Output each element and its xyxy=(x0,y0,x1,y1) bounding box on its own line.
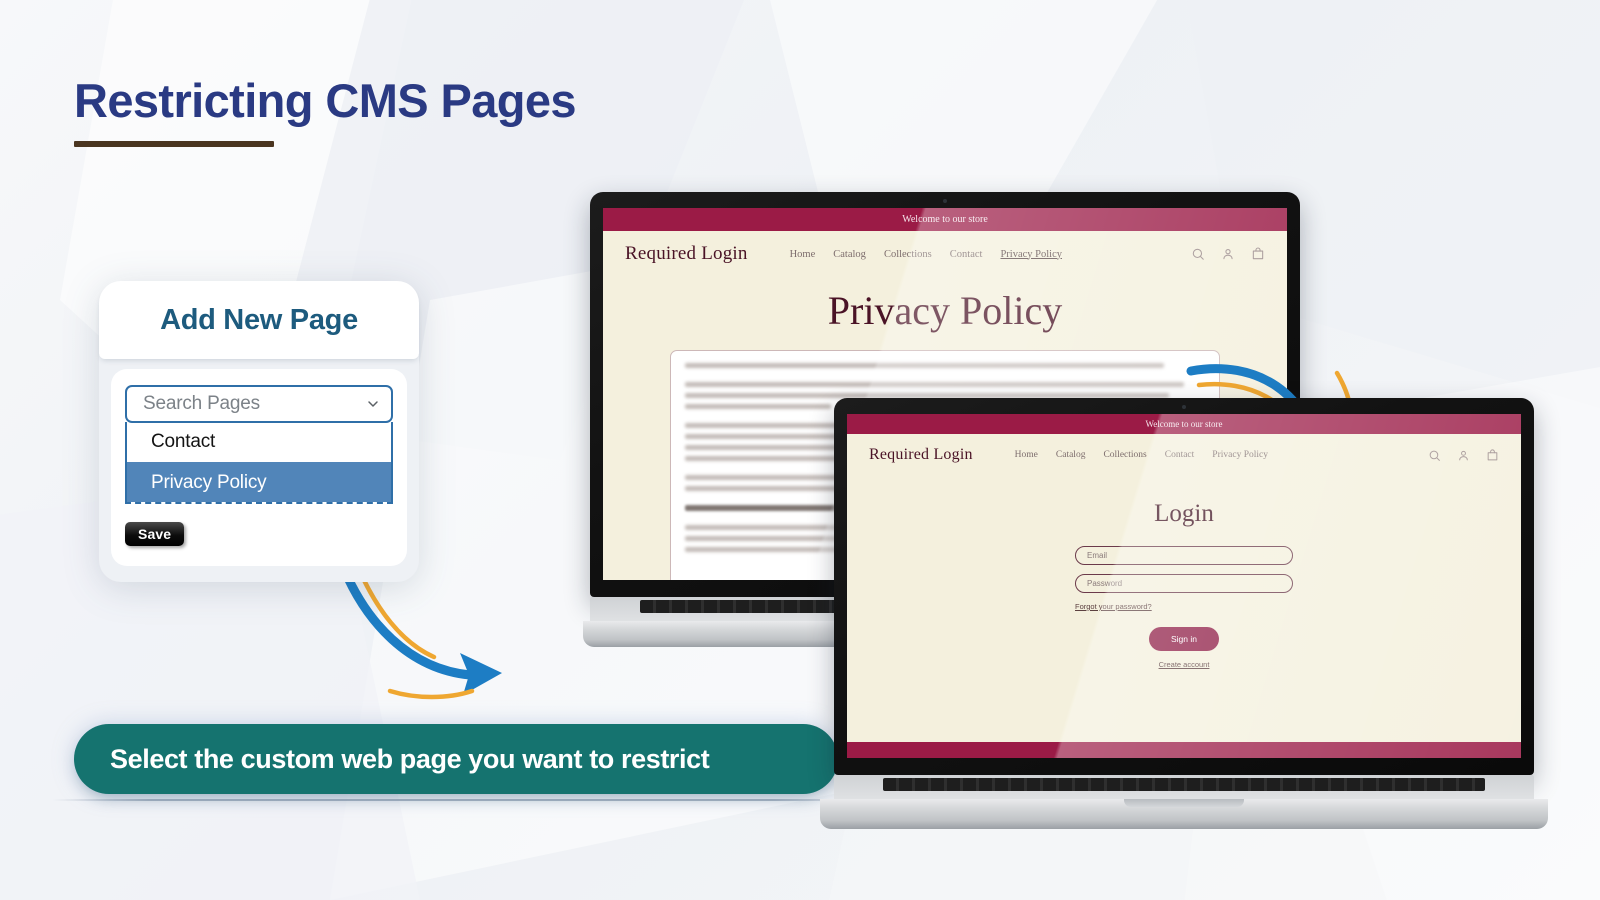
nav-item-privacy-policy[interactable]: Privacy Policy xyxy=(1000,249,1062,260)
store-nav: Required Login Home Catalog Collections … xyxy=(603,231,1287,277)
store-logo: Required Login xyxy=(625,243,748,264)
page-option-privacy-policy[interactable]: Privacy Policy xyxy=(127,462,391,502)
page-select-control[interactable]: Search Pages xyxy=(125,385,393,423)
blurred-text-line xyxy=(684,382,1185,387)
store-footer xyxy=(847,742,1521,758)
nav-item-collections[interactable]: Collections xyxy=(884,249,932,260)
account-icon[interactable] xyxy=(1457,449,1470,462)
store-nav: Required Login Home Catalog Collections … xyxy=(847,434,1521,476)
password-field[interactable]: Password xyxy=(1075,574,1293,593)
blurred-text-line xyxy=(684,363,1164,368)
email-placeholder: Email xyxy=(1087,551,1108,560)
laptop-notch xyxy=(1124,799,1244,807)
cart-icon[interactable] xyxy=(1251,247,1265,261)
card-body-inner: Search Pages Contact Privacy Policy Save xyxy=(111,369,407,566)
keyboard-keys xyxy=(883,778,1485,791)
store-logo: Required Login xyxy=(869,446,973,463)
blurred-text-line xyxy=(684,404,831,409)
create-account-link[interactable]: Create account xyxy=(1159,660,1210,669)
card-title: Add New Page xyxy=(160,303,358,336)
page-option-contact[interactable]: Contact xyxy=(127,422,391,462)
page-heading: Privacy Policy xyxy=(827,288,1063,333)
webcam-icon xyxy=(1182,405,1186,409)
login-title: Login xyxy=(1154,500,1214,527)
sign-in-button[interactable]: Sign in xyxy=(1149,627,1219,651)
store-nav-icons xyxy=(1191,247,1265,261)
nav-item-catalog[interactable]: Catalog xyxy=(833,249,866,260)
add-new-page-card: Add New Page Search Pages Contact Privac… xyxy=(99,281,419,582)
email-field[interactable]: Email xyxy=(1075,546,1293,565)
announcement-bar: Welcome to our store xyxy=(603,208,1287,231)
arrow-card-to-laptop xyxy=(339,564,502,700)
laptop-keyboard xyxy=(834,775,1534,809)
cta-banner: Select the custom web page you want to r… xyxy=(74,724,838,794)
search-icon[interactable] xyxy=(1428,449,1441,462)
login-form: Login Email Password Forgot your passwor… xyxy=(847,476,1521,742)
cart-icon[interactable] xyxy=(1486,448,1499,462)
title-underline-rule xyxy=(74,140,274,147)
storefront-login: Welcome to our store Required Login Home… xyxy=(847,414,1521,758)
laptop-lid: Welcome to our store Required Login Home… xyxy=(834,398,1534,775)
card-body-outer: Search Pages Contact Privacy Policy Save xyxy=(99,355,419,582)
nav-item-home[interactable]: Home xyxy=(790,249,816,260)
search-icon[interactable] xyxy=(1191,247,1205,261)
announcement-bar: Welcome to our store xyxy=(847,414,1521,434)
page-select-placeholder: Search Pages xyxy=(143,393,260,414)
nav-item-catalog[interactable]: Catalog xyxy=(1056,450,1086,460)
nav-item-home[interactable]: Home xyxy=(1015,450,1038,460)
store-menu: Home Catalog Collections Contact Privacy… xyxy=(1015,450,1268,460)
nav-item-contact[interactable]: Contact xyxy=(950,249,983,260)
page-title: Restricting CMS Pages xyxy=(74,74,577,127)
page-select-menu[interactable]: Contact Privacy Policy xyxy=(125,422,393,504)
chevron-down-icon xyxy=(368,401,378,407)
page-title-block: Restricting CMS Pages xyxy=(74,74,577,147)
forgot-password-link[interactable]: Forgot your password? xyxy=(1075,602,1293,611)
cta-banner-text: Select the custom web page you want to r… xyxy=(110,743,710,774)
store-menu: Home Catalog Collections Contact Privacy… xyxy=(790,249,1062,260)
card-header: Add New Page xyxy=(99,281,419,359)
webcam-icon xyxy=(943,199,947,203)
nav-item-privacy-policy[interactable]: Privacy Policy xyxy=(1212,450,1268,460)
password-placeholder: Password xyxy=(1087,579,1123,588)
account-icon[interactable] xyxy=(1221,247,1235,261)
nav-item-collections[interactable]: Collections xyxy=(1103,450,1146,460)
cta-banner-underline xyxy=(52,799,872,801)
nav-item-contact[interactable]: Contact xyxy=(1165,450,1195,460)
laptop-base xyxy=(820,799,1548,829)
laptop-login: Welcome to our store Required Login Home… xyxy=(820,398,1548,858)
laptop-screen: Welcome to our store Required Login Home… xyxy=(847,414,1521,758)
save-button[interactable]: Save xyxy=(125,522,185,546)
store-nav-icons xyxy=(1428,448,1499,462)
